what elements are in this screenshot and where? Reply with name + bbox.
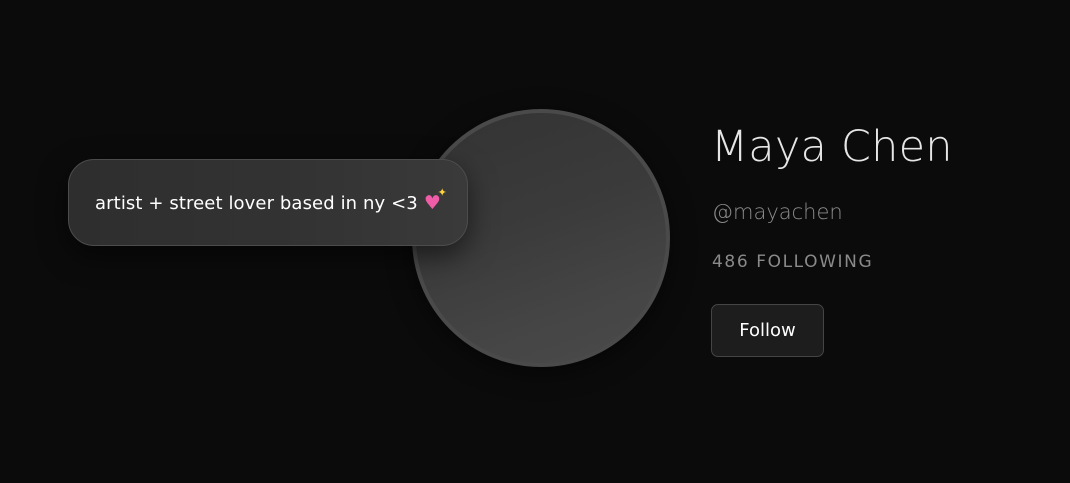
following-count[interactable]: 486 FOLLOWING (712, 252, 873, 272)
profile-handle: @mayachen (712, 200, 843, 224)
bio-text: artist + street lover based in ny <3 ♥ ✦ (95, 185, 447, 214)
profile-name: Maya Chen (711, 122, 953, 172)
bio-bubble: artist + street lover based in ny <3 ♥ ✦ (68, 159, 468, 246)
sparkling-heart-icon: ♥ ✦ (423, 185, 447, 214)
bio-text-content: artist + street lover based in ny <3 (95, 192, 418, 214)
follow-button[interactable]: Follow (711, 304, 824, 357)
sparkle-icon: ✦ (437, 185, 447, 199)
